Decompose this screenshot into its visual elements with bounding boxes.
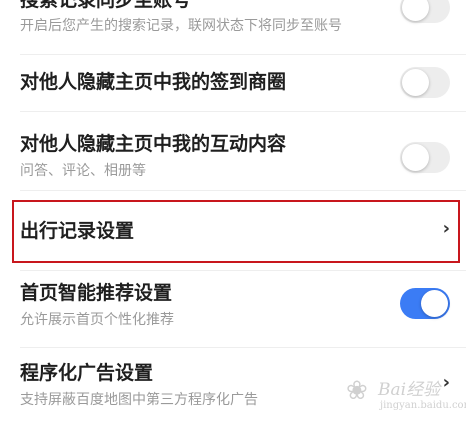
watermark-text: Bai经验 <box>378 380 441 400</box>
toggle-knob <box>421 290 448 317</box>
hide-checkin-toggle[interactable] <box>400 67 450 98</box>
paw-icon: ❀ <box>346 376 368 406</box>
setting-title: 对他人隐藏主页中我的签到商圈 <box>20 71 287 93</box>
toggle-knob <box>402 69 429 96</box>
setting-subtitle: 允许展示首页个性化推荐 <box>20 312 174 328</box>
setting-row-homepage-recommend[interactable]: 首页智能推荐设置 允许展示首页个性化推荐 <box>0 271 466 347</box>
hide-interaction-toggle[interactable] <box>400 142 450 173</box>
setting-row-hide-checkin[interactable]: 对他人隐藏主页中我的签到商圈 <box>0 55 466 111</box>
sync-search-toggle[interactable] <box>400 0 450 23</box>
setting-subtitle: 问答、评论、相册等 <box>20 163 146 179</box>
setting-row-travel-record[interactable]: 出行记录设置 › <box>0 201 466 262</box>
setting-row-hide-interaction[interactable]: 对他人隐藏主页中我的互动内容 问答、评论、相册等 <box>0 112 466 190</box>
setting-title: 搜索记录同步至账号 <box>20 0 192 11</box>
setting-title: 首页智能推荐设置 <box>20 282 173 304</box>
divider <box>20 190 466 191</box>
setting-subtitle: 支持屏蔽百度地图中第三方程序化广告 <box>20 392 258 408</box>
setting-subtitle: 开启后您产生的搜索记录，联网状态下将同步至账号 <box>20 18 342 34</box>
chevron-right-icon: › <box>442 218 450 239</box>
baidu-watermark: ❀ Bai经验 jingyan.baidu.com <box>346 372 466 418</box>
toggle-knob <box>402 144 429 171</box>
setting-title: 出行记录设置 <box>20 220 135 242</box>
watermark-sub: jingyan.baidu.com <box>380 400 466 411</box>
homepage-recommend-toggle[interactable] <box>400 288 450 319</box>
setting-title: 对他人隐藏主页中我的互动内容 <box>20 133 287 155</box>
toggle-knob <box>402 0 429 21</box>
privacy-settings-screen: 搜索记录同步至账号 开启后您产生的搜索记录，联网状态下将同步至账号 对他人隐藏主… <box>0 0 466 423</box>
setting-row-sync-search[interactable]: 搜索记录同步至账号 开启后您产生的搜索记录，联网状态下将同步至账号 <box>0 0 466 56</box>
setting-title: 程序化广告设置 <box>20 362 154 384</box>
